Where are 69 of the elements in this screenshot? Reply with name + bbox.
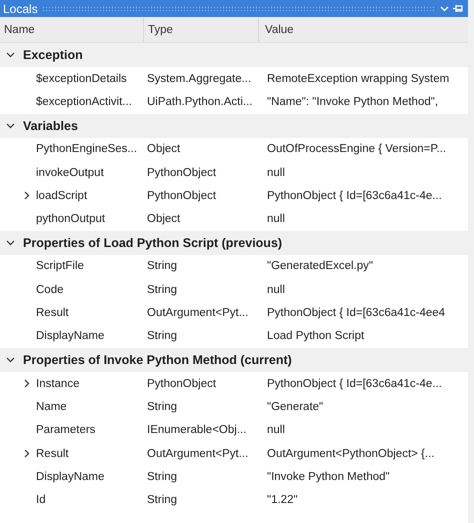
collapse-chevron-icon[interactable] bbox=[6, 122, 15, 129]
variable-type: OutArgument<Pyt... bbox=[147, 448, 248, 460]
variable-value: null bbox=[267, 284, 285, 296]
variable-value: Load Python Script bbox=[267, 330, 364, 342]
variable-type: String bbox=[147, 400, 178, 413]
variable-type: String bbox=[147, 284, 178, 296]
group-header[interactable]: Variables bbox=[0, 114, 468, 138]
variable-name: Result bbox=[36, 448, 69, 460]
variable-name: $exceptionDetails bbox=[36, 72, 127, 85]
variable-value: "Name": "Invoke Python Method", bbox=[267, 96, 438, 108]
variable-value: null bbox=[267, 213, 285, 226]
variable-type: IEnumerable<Obj... bbox=[147, 424, 246, 436]
expand-chevron-icon[interactable] bbox=[24, 449, 30, 458]
collapse-chevron-icon[interactable] bbox=[6, 240, 15, 246]
group-title: Properties of Invoke Python Method (current) bbox=[23, 352, 292, 367]
variable-name: PythonEngineSes... bbox=[36, 143, 138, 156]
dropdown-icon[interactable] bbox=[440, 6, 449, 12]
variable-value: RemoteException wrapping System bbox=[267, 72, 450, 85]
variable-value: "GeneratedExcel.py" bbox=[267, 260, 373, 272]
variable-name: Result bbox=[36, 307, 69, 320]
expand-chevron-icon[interactable] bbox=[24, 379, 30, 388]
variable-value: null bbox=[267, 166, 285, 179]
variable-value: "Generate" bbox=[267, 400, 324, 413]
variable-type: Object bbox=[147, 213, 180, 226]
variable-name: Name bbox=[36, 400, 67, 413]
variable-name: Instance bbox=[36, 378, 80, 390]
group-title: Exception bbox=[23, 48, 83, 62]
variable-name: Id bbox=[36, 494, 46, 506]
variable-value: PythonObject { Id=[63c6a41c-4e... bbox=[267, 378, 442, 390]
variable-value: null bbox=[267, 424, 285, 436]
variable-name: invokeOutput bbox=[36, 166, 104, 179]
column-header[interactable]: Type bbox=[144, 17, 259, 42]
variable-type: PythonObject bbox=[147, 190, 216, 202]
variable-type: String bbox=[147, 494, 178, 506]
group-header[interactable]: Exception bbox=[0, 43, 468, 67]
variable-name: ScriptFile bbox=[36, 260, 84, 272]
variable-type: String bbox=[147, 260, 178, 272]
variable-name: pythonOutput bbox=[36, 213, 106, 226]
variable-type: System.Aggregate... bbox=[147, 72, 252, 85]
variable-type: String bbox=[147, 330, 178, 342]
variable-value: "1.22" bbox=[267, 494, 298, 506]
variable-value: OutOfProcessEngine { Version=P... bbox=[267, 143, 446, 156]
variable-name: $exceptionActivit... bbox=[36, 96, 132, 108]
variable-value: PythonObject { Id=[63c6a41c-4e... bbox=[267, 190, 442, 202]
group-title: Variables bbox=[23, 118, 78, 133]
variable-type: String bbox=[147, 470, 178, 483]
column-header[interactable]: Value bbox=[259, 17, 468, 42]
variable-name: Code bbox=[36, 284, 64, 296]
variable-name: DisplayName bbox=[36, 470, 104, 483]
variable-type: PythonObject bbox=[147, 166, 216, 179]
group-header[interactable]: Properties of Invoke Python Method (current) bbox=[0, 348, 468, 372]
variable-name: Parameters bbox=[36, 424, 96, 436]
collapse-chevron-icon[interactable] bbox=[6, 52, 15, 58]
pin-icon[interactable] bbox=[453, 4, 464, 13]
variable-type: OutArgument<Pyt... bbox=[147, 307, 248, 320]
expand-chevron-icon[interactable] bbox=[24, 191, 30, 200]
variable-type: UiPath.Python.Acti... bbox=[147, 96, 252, 108]
column-header[interactable]: Name bbox=[0, 17, 144, 42]
variable-value: PythonObject { Id=[63c6a41c-4ee4 bbox=[267, 307, 446, 320]
variable-name: DisplayName bbox=[36, 330, 104, 342]
variable-type: PythonObject bbox=[147, 378, 216, 390]
group-header[interactable]: Properties of Load Python Script (previous) bbox=[0, 230, 468, 255]
group-title: Properties of Load Python Script (previous) bbox=[23, 236, 282, 250]
variable-name: loadScript bbox=[36, 190, 88, 202]
collapse-chevron-icon[interactable] bbox=[6, 356, 15, 363]
variable-value: OutArgument<PythonObject> {... bbox=[267, 448, 434, 460]
variable-value: "Invoke Python Method" bbox=[267, 470, 390, 483]
window-title: Locals bbox=[3, 2, 38, 16]
variable-type: Object bbox=[147, 143, 180, 156]
